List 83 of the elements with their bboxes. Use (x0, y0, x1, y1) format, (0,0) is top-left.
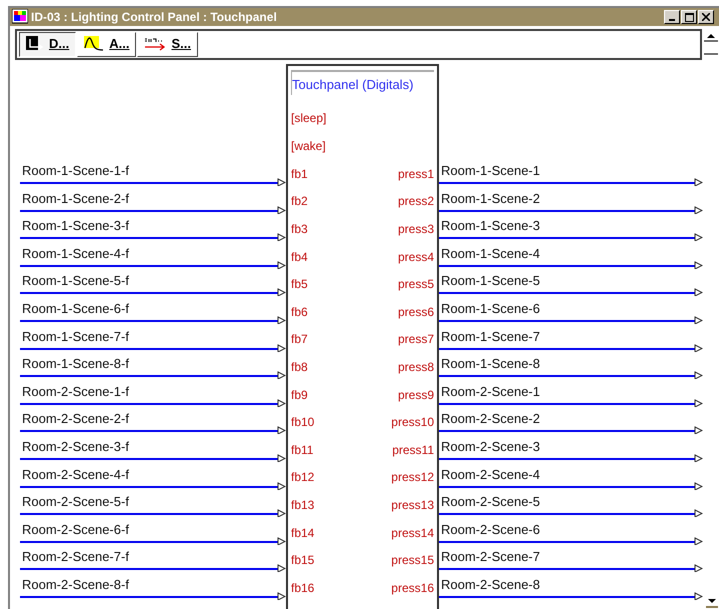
signal-label: Room-1-Scene-4-f (21, 246, 130, 261)
signal-label: Room-1-Scene-5-f (21, 273, 130, 288)
signal-label: Room-1-Scene-8 (440, 356, 541, 372)
output-port-label: press14 (391, 524, 434, 542)
input-port-label: fb11 (291, 442, 314, 459)
signal-label: Room-1-Scene-1-f (21, 163, 130, 178)
block-title: Touchpanel (Digitals) (291, 70, 434, 94)
close-icon (702, 13, 710, 21)
toolbar-button[interactable]: D... (19, 32, 76, 56)
window-title: ID-03 : Lighting Control Panel : Touchpanel (31, 9, 277, 26)
signal-label: Room-2-Scene-5-f (21, 494, 130, 510)
scroll-down-icon[interactable] (706, 596, 718, 608)
signal-label: Room-2-Scene-3 (440, 438, 541, 454)
signal-label: Room-2-Scene-1-f (21, 384, 130, 399)
signal-label: Room-1-Scene-8-f (21, 356, 130, 372)
minimize-button[interactable] (664, 10, 680, 24)
signal-label: Room-1-Scene-6-f (21, 300, 130, 316)
output-port-label: press12 (391, 469, 434, 486)
app-icon (12, 9, 28, 25)
input-port-label: fb12 (291, 469, 314, 486)
signal-label: Room-2-Scene-6 (440, 522, 541, 537)
signal-label: Room-2-Scene-6-f (21, 522, 130, 537)
output-port-label: press5 (398, 276, 434, 294)
output-port-label: press9 (398, 386, 434, 404)
output-port-label: press16 (391, 580, 434, 597)
maximize-icon (684, 12, 694, 22)
signal-label: Room-1-Scene-7 (440, 328, 541, 344)
input-port-label: fb4 (291, 248, 308, 266)
signal-label: Room-1-Scene-4 (440, 246, 541, 261)
input-port-label: fb16 (291, 580, 314, 597)
input-port-label: fb2 (291, 193, 308, 210)
close-button[interactable] (698, 10, 714, 24)
toolbar-button[interactable]: S... (137, 32, 198, 56)
input-port-label: fb1 (291, 166, 308, 183)
input-port-label: fb10 (291, 414, 314, 432)
digital-signal-icon (26, 36, 44, 52)
output-port-label: press4 (398, 248, 434, 266)
output-port-label: press3 (398, 220, 434, 238)
input-port-label: fb14 (291, 524, 314, 542)
output-port-label: press15 (391, 552, 434, 570)
output-port-label: press7 (398, 331, 434, 348)
input-port-label: fb7 (291, 331, 308, 348)
signal-label: Room-2-Scene-4 (440, 466, 541, 482)
toolbar-button[interactable]: A... (77, 32, 136, 56)
signal-label: Room-2-Scene-5 (440, 494, 541, 510)
signal-label: Room-1-Scene-5 (440, 273, 541, 288)
input-port-label: [sleep] (291, 110, 326, 127)
signal-label: Room-2-Scene-1 (440, 384, 541, 399)
input-port-label: fb3 (291, 220, 308, 238)
input-port-label: fb15 (291, 552, 314, 570)
output-port-label: press8 (398, 358, 434, 376)
signal-label: Room-2-Scene-7 (440, 549, 541, 564)
signal-label: Room-1-Scene-6 (440, 300, 541, 316)
signal-label: Room-2-Scene-2-f (21, 411, 130, 426)
input-port-label: fb6 (291, 304, 308, 321)
input-port-label: fb13 (291, 496, 314, 514)
scroll-up-icon[interactable] (704, 32, 718, 56)
signal-label: Room-2-Scene-3-f (21, 438, 130, 454)
output-port-label: press1 (398, 166, 434, 183)
output-port-label: press11 (392, 442, 434, 459)
analog-wave-icon (84, 36, 104, 52)
minimize-icon (669, 19, 675, 21)
input-port-label: fb9 (291, 386, 308, 404)
input-port-label: [wake] (291, 138, 326, 155)
signal-label: Room-2-Scene-8-f (21, 576, 130, 592)
output-port-label: press6 (398, 304, 434, 321)
output-port-label: press13 (391, 496, 434, 514)
signal-label: Room-1-Scene-2 (440, 190, 541, 206)
output-port-label: press2 (398, 193, 434, 210)
signal-label: Room-2-Scene-2 (440, 411, 541, 426)
signal-label: Room-2-Scene-4-f (21, 466, 130, 482)
signal-label: Room-2-Scene-7-f (21, 549, 130, 564)
signal-label: Room-1-Scene-1 (440, 163, 541, 178)
signal-label: Room-1-Scene-7-f (21, 328, 130, 344)
signal-label: Room-1-Scene-3-f (21, 218, 130, 234)
output-port-label: press10 (391, 414, 434, 432)
input-port-label: fb5 (291, 276, 308, 294)
signal-label: Room-2-Scene-8 (440, 576, 541, 592)
signal-label: Room-1-Scene-3 (440, 218, 541, 234)
input-port-label: fb8 (291, 358, 308, 376)
signal-label: Room-1-Scene-2-f (21, 190, 130, 206)
serial-arrow-icon (144, 37, 166, 51)
maximize-button[interactable] (681, 10, 697, 24)
